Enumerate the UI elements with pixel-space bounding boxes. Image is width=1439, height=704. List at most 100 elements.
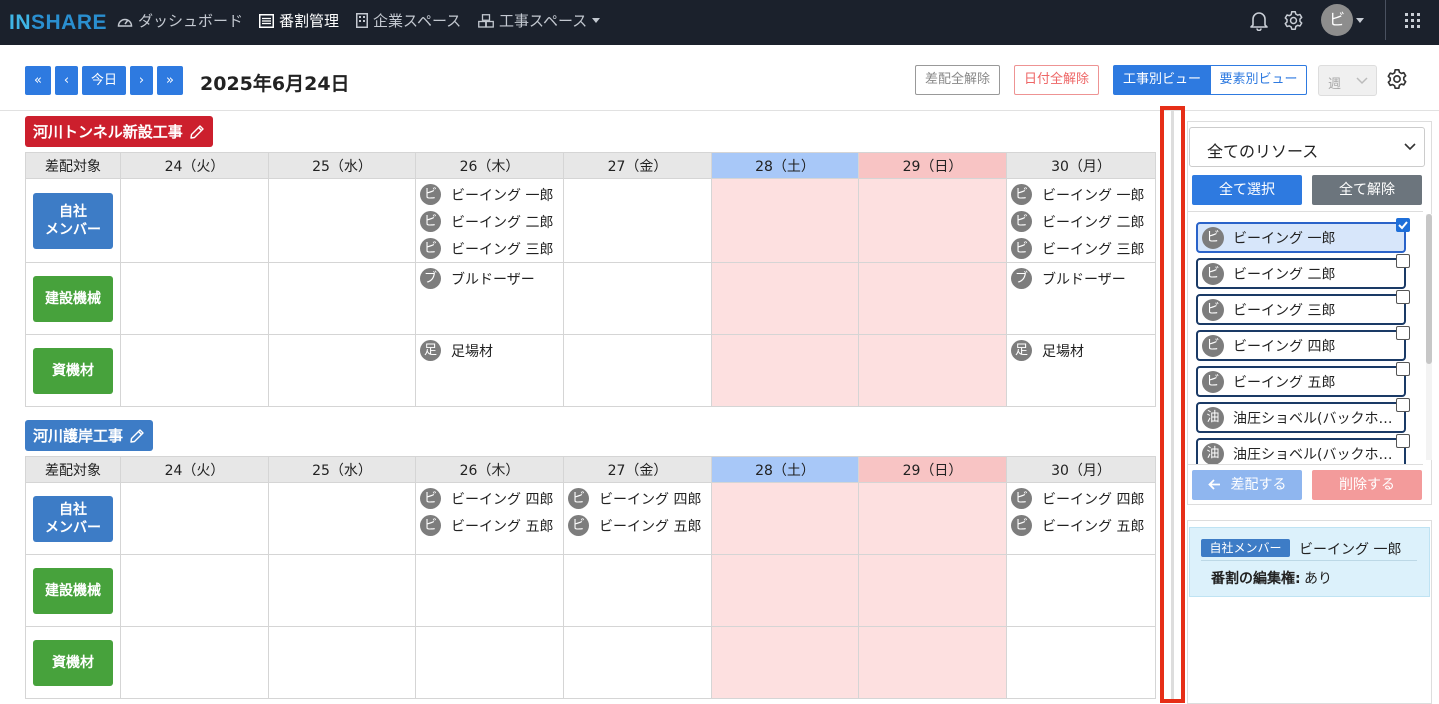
assigned-resource[interactable]: ビビーイング 四郎	[416, 485, 563, 512]
pencil-icon[interactable]	[189, 124, 205, 140]
day-cell[interactable]: 足足場材	[415, 334, 564, 407]
apps-grid-icon[interactable]	[1405, 13, 1420, 28]
day-cell[interactable]: ビビーイング 四郎ビビーイング 五郎	[563, 482, 712, 555]
assigned-resource[interactable]: ビビーイング 三郎	[416, 235, 563, 262]
resource-list-item[interactable]: 油油圧ショベル(バックホー…	[1196, 434, 1410, 464]
day-cell[interactable]	[711, 334, 859, 407]
day-cell[interactable]	[858, 482, 1007, 555]
assigned-resource[interactable]: ビビーイング 五郎	[1007, 512, 1155, 539]
day-cell[interactable]: 足足場材	[1006, 334, 1156, 407]
assigned-resource[interactable]: 足足場材	[416, 337, 563, 364]
delete-button[interactable]: 削除する	[1312, 470, 1422, 500]
assigned-resource[interactable]: ビビーイング 二郎	[416, 208, 563, 235]
resource-list-item[interactable]: ビビーイング 一郎	[1196, 218, 1410, 253]
day-cell[interactable]	[711, 626, 859, 699]
day-cell[interactable]	[858, 554, 1007, 627]
day-cell[interactable]: ビビーイング 四郎ビビーイング 五郎	[1006, 482, 1156, 555]
assigned-resource[interactable]: ビビーイング 五郎	[416, 512, 563, 539]
nav-schedule[interactable]: 番割管理	[259, 10, 339, 31]
day-cell[interactable]	[1006, 554, 1156, 627]
resource-filter-select[interactable]: 全てのリソース	[1189, 127, 1425, 167]
resource-checkbox[interactable]	[1396, 218, 1410, 232]
day-cell[interactable]	[563, 626, 712, 699]
assigned-resource[interactable]: ビビーイング 四郎	[564, 485, 711, 512]
resource-checkbox[interactable]	[1396, 326, 1410, 340]
day-cell[interactable]: ビビーイング 一郎ビビーイング 二郎ビビーイング 三郎	[1006, 178, 1156, 263]
resource-checkbox[interactable]	[1396, 290, 1410, 304]
resource-list[interactable]: ビビーイング 一郎ビビーイング 二郎ビビーイング 三郎ビビーイング 四郎ビビーイ…	[1188, 211, 1423, 465]
next-button[interactable]: ›	[130, 66, 153, 95]
clear-all-button[interactable]: 全て解除	[1312, 175, 1422, 205]
resource-checkbox[interactable]	[1396, 434, 1410, 448]
assigned-resource[interactable]: ブブルドーザー	[1007, 265, 1155, 292]
gear-icon[interactable]	[1283, 10, 1304, 31]
project-title[interactable]: 河川トンネル新設工事	[25, 116, 213, 147]
first-button[interactable]: «	[25, 66, 51, 95]
category-button[interactable]: 自社 メンバー	[33, 192, 113, 249]
clear-date-button[interactable]: 日付全解除	[1014, 65, 1099, 95]
day-cell[interactable]	[120, 262, 269, 335]
category-button[interactable]: 自社 メンバー	[33, 495, 113, 542]
day-cell[interactable]	[711, 262, 859, 335]
resource-checkbox[interactable]	[1396, 254, 1410, 268]
chevron-down-icon[interactable]	[1356, 18, 1364, 23]
day-cell[interactable]	[858, 178, 1007, 263]
assign-button[interactable]: 差配する	[1192, 470, 1302, 500]
day-cell[interactable]	[268, 626, 416, 699]
tab-project-view[interactable]: 工事別ビュー	[1113, 65, 1211, 95]
day-cell[interactable]: ビビーイング 四郎ビビーイング 五郎	[415, 482, 564, 555]
prev-button[interactable]: ‹	[55, 66, 78, 95]
day-cell[interactable]	[563, 554, 712, 627]
day-cell[interactable]	[268, 334, 416, 407]
tab-element-view[interactable]: 要素別ビュー	[1210, 65, 1307, 95]
resource-list-item[interactable]: ビビーイング 四郎	[1196, 326, 1410, 361]
resource-list-item[interactable]: ビビーイング 二郎	[1196, 254, 1410, 289]
day-cell[interactable]	[415, 626, 564, 699]
day-cell[interactable]	[858, 262, 1007, 335]
day-cell[interactable]: ブブルドーザー	[1006, 262, 1156, 335]
user-avatar[interactable]: ビ	[1321, 4, 1353, 36]
category-button[interactable]: 資機材	[33, 639, 113, 686]
panel-resize-handle[interactable]	[1160, 106, 1185, 703]
day-cell[interactable]	[268, 554, 416, 627]
resource-list-item[interactable]: ビビーイング 三郎	[1196, 290, 1410, 325]
assigned-resource[interactable]: ビビーイング 四郎	[1007, 485, 1155, 512]
day-cell[interactable]	[563, 334, 712, 407]
resource-list-item[interactable]: 油油圧ショベル(バックホー…	[1196, 398, 1410, 433]
resource-checkbox[interactable]	[1396, 398, 1410, 412]
pencil-icon[interactable]	[129, 428, 145, 444]
nav-dashboard[interactable]: ダッシュボード	[117, 10, 243, 31]
day-cell[interactable]	[711, 554, 859, 627]
day-cell[interactable]	[268, 482, 416, 555]
project-title[interactable]: 河川護岸工事	[25, 420, 154, 451]
day-cell[interactable]	[120, 482, 269, 555]
category-button[interactable]: 資機材	[33, 347, 113, 394]
day-cell[interactable]	[120, 554, 269, 627]
scrollbar-thumb[interactable]	[1426, 214, 1432, 364]
today-button[interactable]: 今日	[82, 66, 126, 95]
day-cell[interactable]	[711, 178, 859, 263]
assigned-resource[interactable]: ビビーイング 三郎	[1007, 235, 1155, 262]
day-cell[interactable]: ビビーイング 一郎ビビーイング 二郎ビビーイング 三郎	[415, 178, 564, 263]
day-cell[interactable]: ブブルドーザー	[415, 262, 564, 335]
assigned-resource[interactable]: ビビーイング 五郎	[564, 512, 711, 539]
nav-construction-space[interactable]: 工事スペース	[478, 10, 601, 31]
nav-company-space[interactable]: 企業スペース	[356, 10, 461, 31]
day-cell[interactable]	[268, 178, 416, 263]
day-cell[interactable]	[120, 626, 269, 699]
assigned-resource[interactable]: ビビーイング 二郎	[1007, 208, 1155, 235]
app-logo[interactable]: INSHARE	[9, 11, 107, 35]
category-button[interactable]: 建設機械	[33, 567, 113, 614]
day-cell[interactable]	[1006, 626, 1156, 699]
range-select[interactable]: 週	[1318, 65, 1377, 96]
select-all-button[interactable]: 全て選択	[1192, 175, 1302, 205]
day-cell[interactable]	[120, 178, 269, 263]
splitter-bar[interactable]	[1171, 110, 1174, 699]
resource-list-item[interactable]: ビビーイング 五郎	[1196, 362, 1410, 397]
assigned-resource[interactable]: ビビーイング 一郎	[416, 181, 563, 208]
day-cell[interactable]	[858, 626, 1007, 699]
category-button[interactable]: 建設機械	[33, 275, 113, 322]
settings-gear-icon[interactable]	[1386, 68, 1408, 90]
scrollbar[interactable]	[1426, 214, 1432, 460]
assigned-resource[interactable]: ブブルドーザー	[416, 265, 563, 292]
